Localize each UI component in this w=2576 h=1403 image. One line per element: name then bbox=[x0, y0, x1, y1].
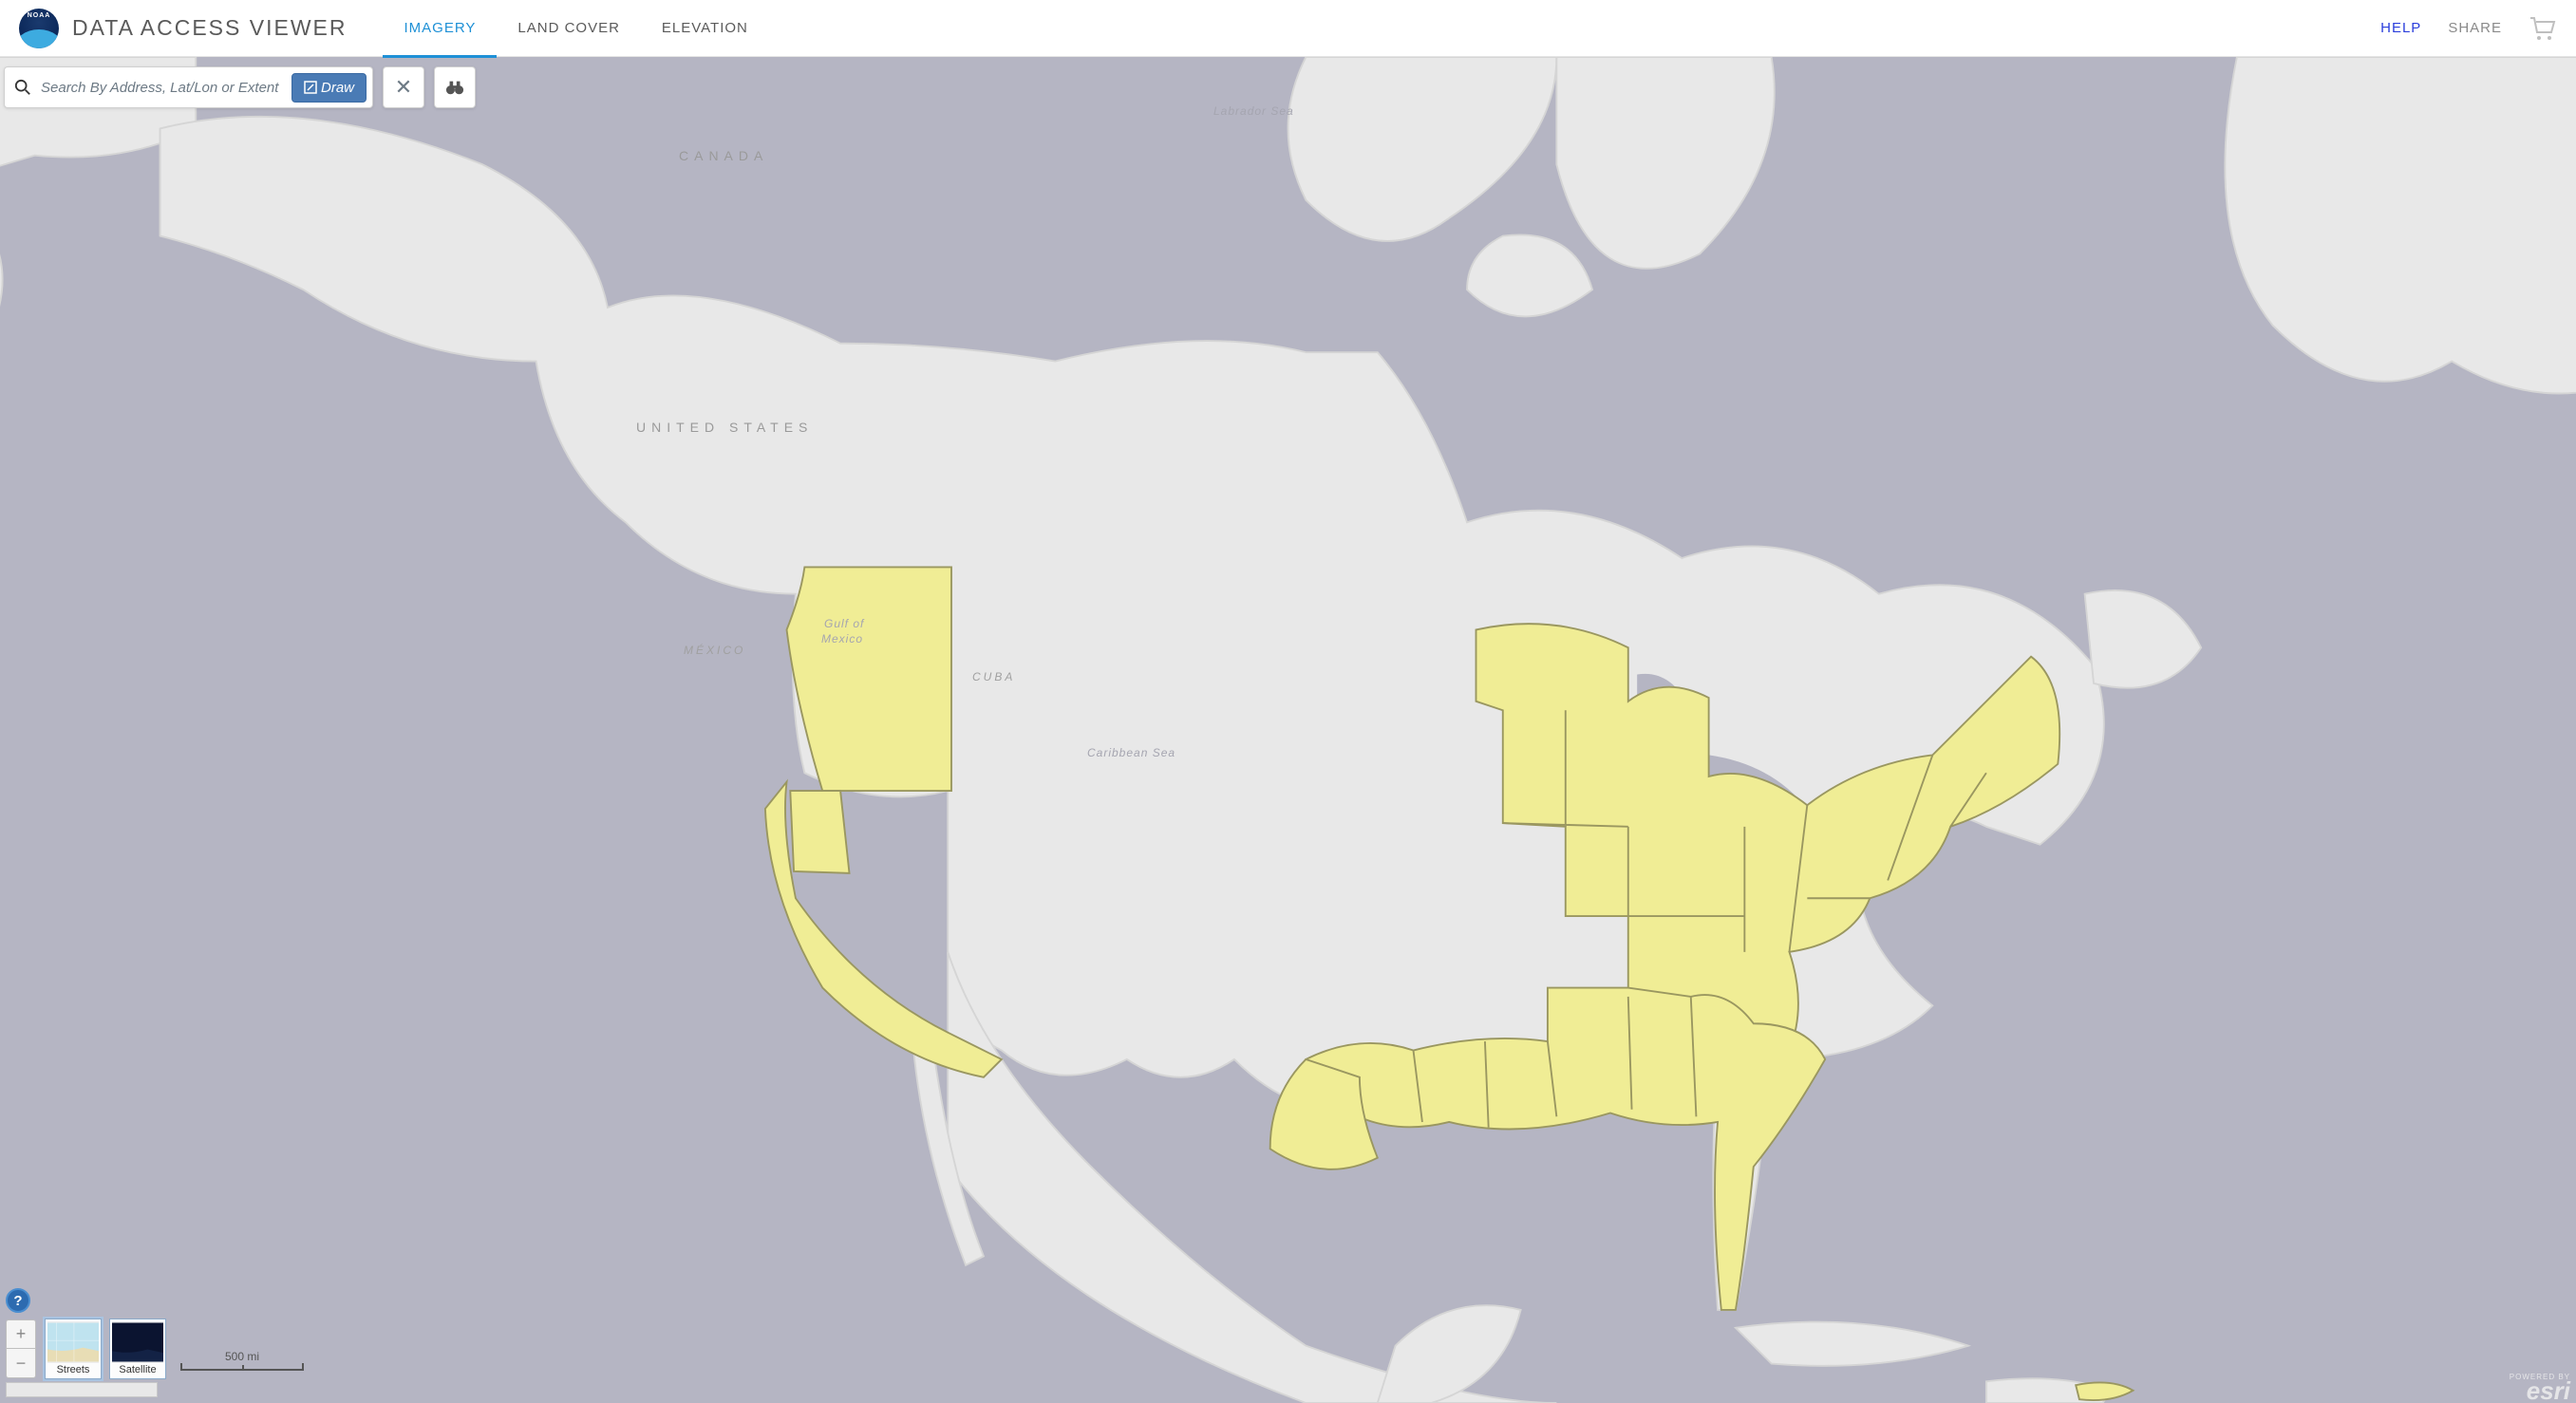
search-box: Draw bbox=[4, 66, 373, 108]
app-title: DATA ACCESS VIEWER bbox=[72, 15, 347, 41]
search-toolbar: Draw ✕ bbox=[4, 66, 476, 108]
nav-elevation[interactable]: ELEVATION bbox=[641, 0, 769, 57]
esri-logo: esri bbox=[2510, 1381, 2570, 1401]
help-bubble[interactable]: ? bbox=[6, 1288, 30, 1313]
map-svg bbox=[0, 57, 2576, 1403]
close-icon: ✕ bbox=[395, 75, 412, 100]
basemap-satellite-label: Satellite bbox=[112, 1363, 163, 1376]
basemap-streets[interactable]: Streets bbox=[46, 1319, 101, 1378]
esri-credit: POWERED BY esri bbox=[2510, 1373, 2570, 1401]
bottom-left-controls: + − Streets Satellite 500 mi bbox=[6, 1319, 304, 1397]
scalebar: 500 mi bbox=[180, 1350, 304, 1378]
share-link[interactable]: SHARE bbox=[2448, 20, 2502, 36]
zoom-control: + − bbox=[6, 1319, 36, 1378]
main-nav: IMAGERY LAND COVER ELEVATION bbox=[383, 0, 768, 57]
binoculars-icon bbox=[445, 79, 464, 96]
noaa-logo: NOAA bbox=[19, 9, 59, 48]
header-right: HELP SHARE bbox=[2380, 16, 2557, 41]
zoom-in-button[interactable]: + bbox=[7, 1320, 35, 1349]
draw-label: Draw bbox=[321, 80, 354, 96]
basemap-streets-thumb bbox=[47, 1321, 99, 1363]
basemap-satellite-thumb bbox=[112, 1321, 163, 1363]
find-button[interactable] bbox=[434, 66, 476, 108]
help-link[interactable]: HELP bbox=[2380, 20, 2421, 36]
basemap-streets-label: Streets bbox=[47, 1363, 99, 1376]
cart-icon[interactable] bbox=[2529, 16, 2557, 41]
logo-text: NOAA bbox=[19, 12, 59, 19]
nav-land-cover[interactable]: LAND COVER bbox=[497, 0, 641, 57]
search-icon bbox=[14, 79, 31, 96]
attribution-panel[interactable] bbox=[6, 1382, 158, 1397]
search-input[interactable] bbox=[41, 80, 288, 96]
clear-search-button[interactable]: ✕ bbox=[383, 66, 424, 108]
header: NOAA DATA ACCESS VIEWER IMAGERY LAND COV… bbox=[0, 0, 2576, 57]
zoom-out-button[interactable]: − bbox=[7, 1349, 35, 1377]
draw-button[interactable]: Draw bbox=[291, 73, 367, 103]
scalebar-label: 500 mi bbox=[180, 1350, 304, 1363]
map-viewport[interactable]: CANADA UNITED STATES MÉXICO CUBA Gulf of… bbox=[0, 57, 2576, 1403]
nav-imagery[interactable]: IMAGERY bbox=[383, 0, 497, 57]
basemap-satellite[interactable]: Satellite bbox=[110, 1319, 165, 1378]
draw-icon bbox=[304, 81, 317, 94]
